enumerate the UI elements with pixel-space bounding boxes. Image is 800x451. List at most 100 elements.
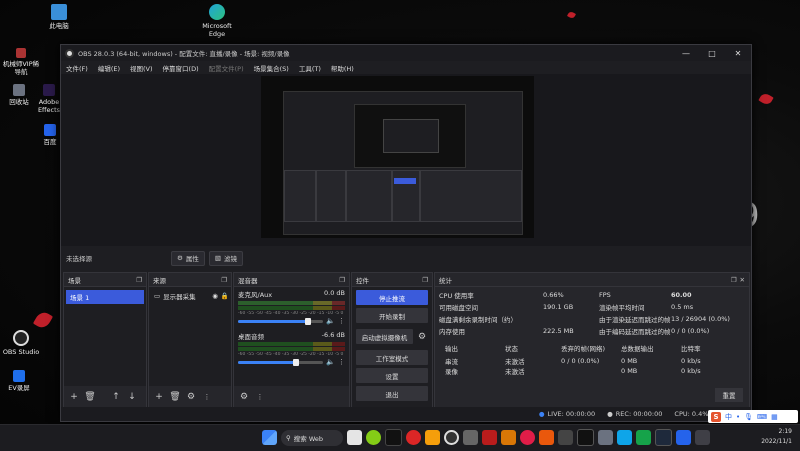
menu-edit[interactable]: 编辑(E) [93,63,125,73]
start-recording-button[interactable]: 开始录制 [356,308,428,323]
steam-icon[interactable] [617,430,632,445]
stop-streaming-button[interactable]: 停止推流 [356,290,428,305]
exit-button[interactable]: 退出 [356,386,428,401]
speaker-icon[interactable]: 🔈 [326,358,335,366]
stats-row: 内存使用 222.5 MB 由于编码延迟而跳过的帧 0 / 0 (0.0%) [439,325,743,337]
dock-float-icon[interactable]: ❐ [136,276,142,284]
lock-icon[interactable]: 🔒 [221,292,229,300]
scenes-title: 场景 [68,276,81,285]
obs-icon[interactable] [444,430,459,445]
menu-docks[interactable]: 停靠窗口(D) [158,63,204,73]
add-icon[interactable]: + [67,390,81,404]
filters-button[interactable]: ▧ 滤镜 [208,250,243,266]
app-icon[interactable] [636,430,651,445]
menu-profile[interactable]: 配置文件(P) [204,63,249,73]
preview-nested-preview-inner [383,119,439,153]
app-icon[interactable] [676,430,691,445]
app-icon[interactable] [463,430,478,445]
ime-toolbar[interactable]: S 中 • 🎙 ⌨ ▦ [708,410,798,423]
app-icon[interactable] [366,430,381,445]
volume-meter [238,306,345,310]
start-virtual-camera-button[interactable]: 启动虚拟摄像机 [356,329,413,344]
desktop-icon-edge[interactable]: Microsoft Edge [196,4,238,38]
gear-icon[interactable]: ⚙ [415,330,429,344]
speaker-icon[interactable]: 🔈 [326,317,335,325]
ime-keyboard-icon[interactable]: ⌨ [757,413,767,421]
ime-lang[interactable]: 中 [725,412,732,422]
settings-button[interactable]: 设置 [356,368,428,383]
preview-canvas[interactable] [261,76,534,238]
close-icon[interactable]: ✕ [740,276,745,284]
trash-icon[interactable]: 🗑 [83,390,97,404]
app-icon[interactable] [539,430,554,445]
filters-label: 滤镜 [223,255,237,263]
app-icon[interactable] [695,430,710,445]
move-down-icon[interactable]: ↓ [125,390,139,404]
desktop-icon-label: 此电脑 [49,22,69,30]
adobe-icon[interactable] [482,430,497,445]
volume-knob[interactable] [292,358,299,366]
tiktok-icon[interactable] [385,429,402,446]
volume-slider[interactable] [238,317,324,325]
menu-tools[interactable]: 工具(T) [294,63,326,73]
trash-icon[interactable]: 🗑 [168,390,182,404]
source-item[interactable]: ▭ 显示器采集 ◉ 🔒 [151,290,229,302]
dock-float-icon[interactable]: ❐ [339,276,345,284]
stat-value: 0 / 0 (0.0%) [671,327,710,335]
more-icon[interactable]: ⋮ [253,390,267,404]
app-icon[interactable] [520,430,535,445]
studio-mode-button[interactable]: 工作室模式 [356,350,428,365]
more-icon[interactable]: ⋮ [338,317,345,325]
mixer-title: 混音器 [238,276,258,285]
desktop-icon-label: 回收站 [9,98,29,106]
desktop-icon-label: Adobe Effects [37,98,61,114]
reset-button[interactable]: 重置 [715,388,743,402]
ime-grid-icon[interactable]: ▦ [771,413,778,421]
stat-key: 由于渲染延迟而跳过的帧 [599,316,671,324]
minimize-icon[interactable]: — [673,49,699,58]
ime-punct-icon[interactable]: • [736,413,740,421]
menu-view[interactable]: 视图(V) [125,63,158,73]
more-icon[interactable]: ⋮ [338,358,345,366]
desktop-icon-computer[interactable]: 此电脑 [38,4,80,30]
add-icon[interactable]: + [152,390,166,404]
gear-icon[interactable]: ⚙ [184,390,198,404]
app-icon[interactable] [406,430,421,445]
system-tray[interactable]: 2:19 2022/11/1 [761,427,792,447]
windows-start-icon[interactable] [262,430,277,445]
desktop-icon-shortcut[interactable]: 机械师VIP稀导航 [0,48,42,76]
menu-help[interactable]: 帮助(H) [326,63,359,73]
eye-icon[interactable]: ◉ [212,292,218,300]
move-up-icon[interactable]: ↑ [109,390,123,404]
menu-scene-collection[interactable]: 场景集合(S) [249,63,294,73]
column-header: 总数据输出 [621,344,654,353]
app-icon[interactable] [558,430,573,445]
volume-knob[interactable] [304,317,311,325]
maximize-icon[interactable]: □ [699,49,725,58]
scene-item[interactable]: 场景 1 [66,290,144,304]
more-icon[interactable]: ⋮ [200,390,214,404]
table-cell: 未激活 [505,357,525,366]
rec-status: ● REC: 00:00:00 [607,410,662,418]
app-icon[interactable] [501,430,516,445]
taskbar-search[interactable]: ⚲ 搜索 Web [281,429,343,446]
desktop-icon-ev[interactable]: EV录屏 [0,370,40,392]
ime-mic-icon[interactable]: 🎙 [744,413,753,421]
app-icon[interactable] [425,430,440,445]
dock-float-icon[interactable]: ❐ [422,276,428,284]
controls-dock: 控件 ❐ 停止推流 开始录制 启动虚拟摄像机 ⚙ 工作室模式 设置 退出 [351,272,433,409]
dock-float-icon[interactable]: ❐ [221,276,227,284]
properties-button[interactable]: ⚙ 属性 [171,250,205,266]
app-icon[interactable] [598,430,613,445]
app-icon[interactable] [655,429,672,446]
dock-float-icon[interactable]: ❐ [731,276,737,284]
volume-slider[interactable] [238,358,324,366]
close-icon[interactable]: ✕ [725,49,751,58]
desktop-icon-obs[interactable]: OBS Studio [0,330,42,356]
status-bar: ● LIVE: 00:00:00 ● REC: 00:00:00 CPU: 0.… [61,407,751,421]
gear-icon[interactable]: ⚙ [237,390,251,404]
menu-file[interactable]: 文件(F) [61,63,93,73]
table-cell: 0 MB [621,367,638,375]
app-icon[interactable] [577,429,594,446]
browser-icon[interactable] [347,430,362,445]
